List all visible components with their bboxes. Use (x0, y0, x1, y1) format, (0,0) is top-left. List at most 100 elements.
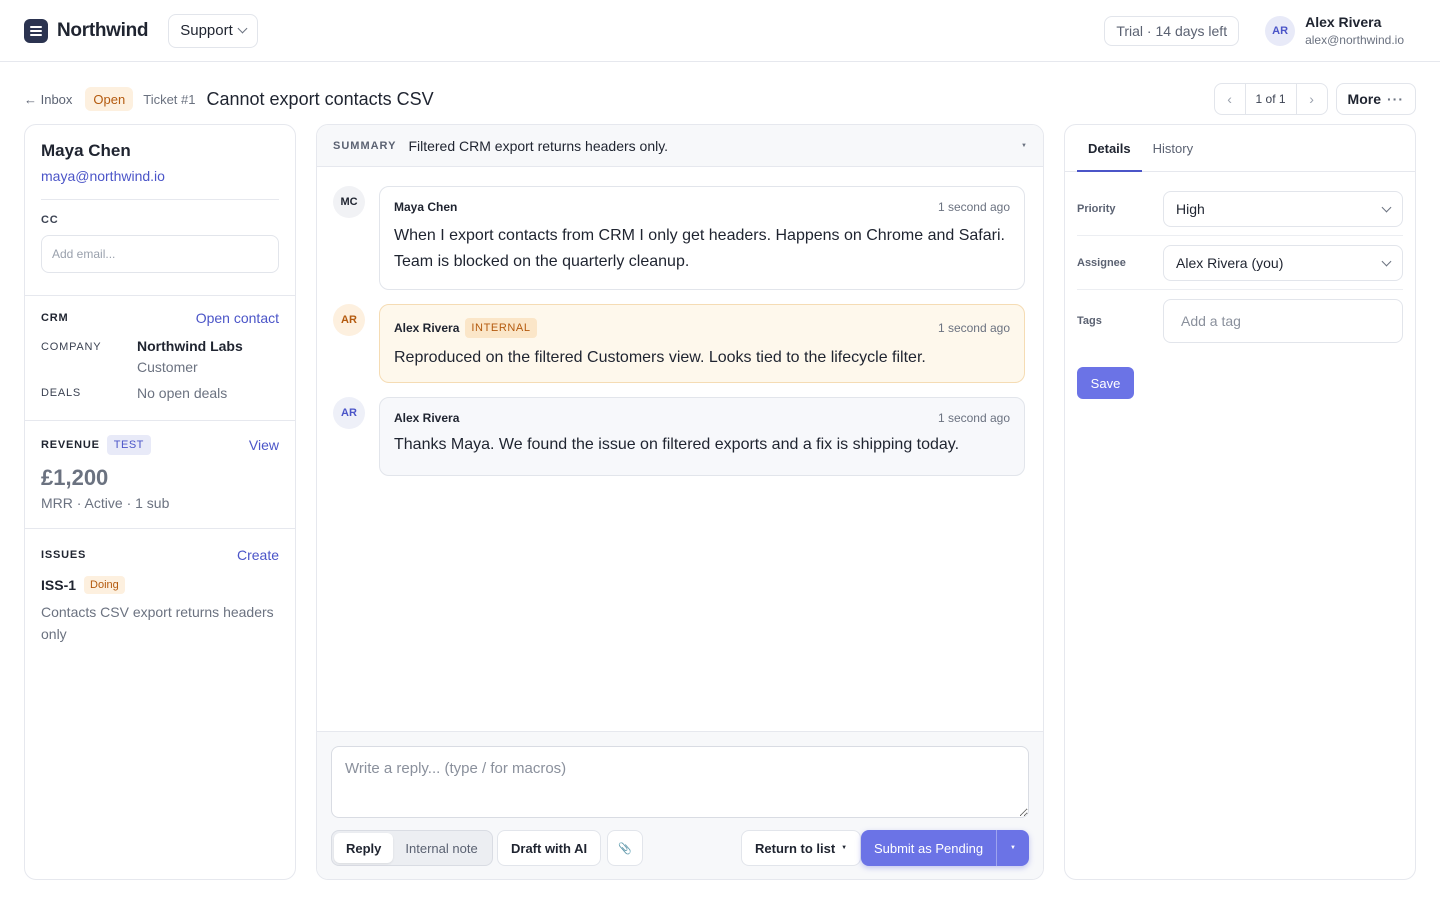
revenue-section: REVENUE TEST View £1,200 MRR · Active · … (25, 420, 295, 528)
ticket-header: ← Inbox Open Ticket #1 Cannot export con… (24, 83, 1416, 115)
chevron-left-icon[interactable]: ‹ (1215, 84, 1245, 114)
priority-select[interactable]: High (1163, 191, 1403, 227)
deals-value: No open deals (137, 385, 228, 401)
reply-mode-button[interactable]: Reply (334, 833, 394, 863)
details-tabs: Details History (1065, 125, 1415, 172)
back-to-inbox-link[interactable]: ← Inbox (24, 92, 72, 107)
trial-badge[interactable]: Trial · 14 days left (1104, 15, 1240, 46)
message-internal-note: AR Alex Rivera INTERNAL 1 second ago Rep… (333, 304, 1025, 383)
message-author: Alex Rivera (394, 411, 460, 425)
message-customer: MC Maya Chen 1 second ago When I export … (333, 186, 1025, 290)
more-label: More (1347, 91, 1381, 107)
reply-textarea[interactable] (331, 746, 1029, 818)
more-dots-icon: ··· (1387, 91, 1404, 107)
user-name: Alex Rivera (1305, 14, 1382, 30)
top-bar: Northwind Support Trial · 14 days left A… (0, 0, 1440, 62)
priority-value: High (1176, 201, 1205, 217)
revenue-amount: £1,200 (41, 465, 109, 490)
message-agent-reply: AR Alex Rivera 1 second ago Thanks Maya.… (333, 397, 1025, 476)
summary-bar[interactable]: SUMMARY Filtered CRM export returns head… (317, 125, 1043, 167)
conversation-panel: SUMMARY Filtered CRM export returns head… (316, 124, 1044, 880)
message-body: When I export contacts from CRM I only g… (394, 227, 1005, 270)
view-revenue-link[interactable]: View (249, 437, 279, 453)
northwind-logo-icon (24, 18, 48, 43)
chevron-down-icon (1381, 256, 1392, 266)
message-time: 1 second ago (937, 321, 1010, 335)
deals-row: DEALS No open deals (25, 385, 295, 401)
internal-badge: INTERNAL (465, 318, 537, 338)
save-button[interactable]: Save (1077, 367, 1134, 399)
contact-name: Maya Chen (41, 141, 131, 160)
attach-paperclip-icon[interactable]: 📎 (607, 830, 643, 866)
draft-with-ai-button[interactable]: Draft with AI (497, 830, 602, 866)
company-info: Northwind Labs Customer (137, 338, 243, 375)
message-time: 1 second ago (937, 200, 1010, 214)
tab-history[interactable]: History (1142, 125, 1204, 171)
avatar: AR (333, 397, 365, 429)
submit-button-group: Submit as Pending ▼ (861, 830, 1029, 866)
contact-panel: Maya Chen maya@northwind.io CC CRM Open … (24, 124, 296, 880)
brand[interactable]: Northwind (24, 18, 149, 43)
contact-card: Maya Chen maya@northwind.io (25, 125, 295, 184)
ticket-pager: ‹ 1 of 1 › (1213, 83, 1328, 115)
company-label: COMPANY (41, 341, 102, 353)
user-info: Alex Rivera alex@northwind.io (1305, 14, 1404, 47)
caret-down-icon[interactable]: ▼ (1021, 143, 1027, 149)
submit-options-caret-icon[interactable]: ▼ (996, 830, 1029, 866)
user-menu[interactable]: AR Alex Rivera alex@northwind.io (1265, 14, 1404, 47)
internal-note-mode-button[interactable]: Internal note (393, 833, 489, 863)
message-body: Thanks Maya. We found the issue on filte… (394, 436, 960, 453)
chevron-right-icon[interactable]: › (1297, 84, 1327, 114)
tab-details[interactable]: Details (1077, 125, 1142, 172)
message-author: Alex Rivera (394, 321, 460, 335)
message-header: Maya Chen 1 second ago (394, 200, 1010, 214)
priority-field: Priority High (1077, 191, 1403, 227)
crm-header: CRM Open contact (25, 310, 295, 326)
tag-input[interactable] (1163, 299, 1403, 343)
revenue-title: REVENUE (41, 439, 100, 451)
return-to-list-label: Return to list (755, 840, 836, 856)
contact-email-link[interactable]: maya@northwind.io (41, 168, 279, 184)
message-time: 1 second ago (937, 411, 1010, 425)
reply-composer: Reply Internal note Draft with AI 📎 Retu… (317, 731, 1043, 879)
more-button[interactable]: More ··· (1335, 83, 1416, 115)
chevron-down-icon (1381, 202, 1392, 212)
return-to-list-button[interactable]: Return to list ▼ (741, 830, 862, 866)
crm-title: CRM (41, 312, 69, 324)
assignee-select[interactable]: Alex Rivera (you) (1163, 245, 1403, 281)
status-badge: Open (85, 87, 134, 111)
issue-status-badge: Doing (84, 576, 125, 594)
divider (1077, 289, 1403, 290)
test-badge: TEST (106, 435, 151, 455)
message-card: Alex Rivera INTERNAL 1 second ago Reprod… (379, 304, 1025, 383)
avatar: MC (333, 186, 365, 218)
cc-email-input[interactable] (41, 235, 279, 273)
avatar: AR (333, 304, 365, 336)
divider (41, 199, 279, 200)
create-issue-link[interactable]: Create (237, 547, 279, 563)
assignee-field: Assignee Alex Rivera (you) (1077, 245, 1403, 281)
list-item[interactable]: ISS-1 Doing Contacts CSV export returns … (25, 576, 295, 645)
open-contact-link[interactable]: Open contact (196, 310, 279, 326)
avatar: AR (1265, 15, 1296, 46)
page-title: Cannot export contacts CSV (206, 88, 434, 109)
top-right: Trial · 14 days left AR Alex Rivera alex… (1104, 14, 1416, 47)
caret-down-icon: ▼ (841, 845, 848, 851)
message-header: Alex Rivera 1 second ago (394, 411, 1010, 425)
assignee-label: Assignee (1077, 257, 1126, 269)
tags-label: Tags (1077, 315, 1102, 327)
summary-label: SUMMARY (333, 139, 397, 152)
message-header: Alex Rivera INTERNAL 1 second ago (394, 318, 1010, 338)
summary-text: Filtered CRM export returns headers only… (408, 137, 669, 154)
company-type: Customer (137, 359, 198, 375)
ticket-number: Ticket #1 (143, 91, 196, 107)
message-card: Maya Chen 1 second ago When I export con… (379, 186, 1025, 290)
company-row: COMPANY Northwind Labs Customer (25, 338, 295, 375)
reply-mode-toggle: Reply Internal note (331, 830, 493, 866)
workspace-select[interactable]: Support (168, 13, 258, 48)
issue-text: Contacts CSV export returns headers only (41, 604, 274, 642)
revenue-detail: MRR · Active · 1 sub (41, 495, 170, 511)
workspace-label: Support (180, 22, 233, 39)
submit-as-pending-button[interactable]: Submit as Pending (861, 830, 996, 866)
revenue-header: REVENUE TEST View (25, 435, 295, 455)
